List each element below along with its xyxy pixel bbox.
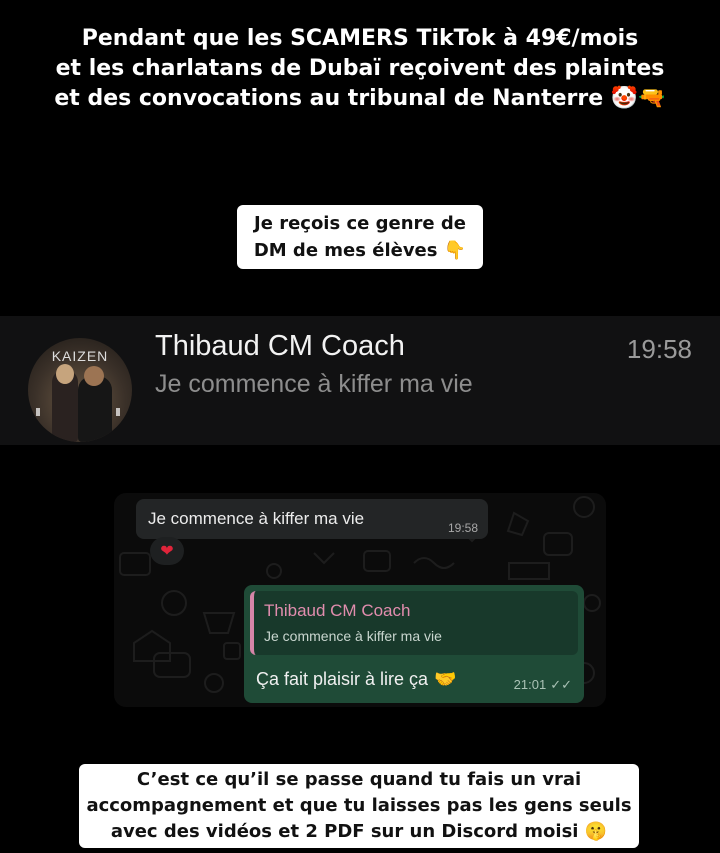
sticker-top-line-2-text: DM de mes élèves: [253, 240, 438, 261]
pointing-down-icon: 👇: [443, 240, 467, 261]
sticker-top: Je reçois ce genre de DM de mes élèves 👇: [237, 205, 483, 269]
incoming-message-text: Je commence à kiffer ma vie: [148, 509, 365, 528]
sticker-bottom-line-3: avec des vidéos et 2 PDF sur un Discord …: [79, 819, 639, 845]
outgoing-message-text: Ça fait plaisir à lire ça: [256, 669, 429, 689]
outgoing-message-meta: 21:01 ✓✓: [514, 677, 572, 693]
handshake-icon: 🤝: [434, 669, 457, 690]
avatar[interactable]: KAIZEN: [28, 338, 132, 442]
chat-time: 19:58: [626, 334, 692, 364]
incoming-message[interactable]: Je commence à kiffer ma vie 19:58: [136, 499, 488, 539]
conversation-screenshot: Je commence à kiffer ma vie 19:58 ❤ Thib…: [114, 493, 606, 707]
avatar-brand-text: KAIZEN: [51, 348, 109, 364]
quoted-reply[interactable]: Thibaud CM Coach Je commence à kiffer ma…: [250, 591, 578, 655]
headline-line-3-text: et des convocations au tribunal de Nante…: [54, 86, 604, 111]
headline-line-1: Pendant que les SCAMERS TikTok à 49€/moi…: [81, 26, 639, 51]
headline-line-2: et les charlatans de Dubaï reçoivent des…: [55, 56, 665, 81]
quoted-reply-author: Thibaud CM Coach: [264, 601, 411, 620]
chat-preview: Je commence à kiffer ma vie: [155, 370, 473, 398]
sticker-top-line-1: Je reçois ce genre de: [254, 213, 466, 234]
sticker-bottom-line-2: accompagnement et que tu laisses pas les…: [86, 795, 632, 816]
headline-caption: Pendant que les SCAMERS TikTok à 49€/moi…: [0, 24, 720, 114]
heart-reaction-icon[interactable]: ❤: [150, 537, 184, 565]
sticker-bottom: C’est ce qu’il se passe quand tu fais un…: [79, 764, 639, 848]
clown-gun-icon: 🤡🔫: [610, 86, 666, 111]
avatar-person-2-head: [84, 366, 104, 386]
incoming-message-time: 19:58: [447, 521, 478, 535]
read-receipt-icon: ✓✓: [550, 677, 572, 692]
chat-list-item[interactable]: KAIZEN Thibaud CM Coach Je commence à ki…: [0, 316, 720, 445]
shushing-face-icon: 🤫: [584, 821, 608, 842]
sticker-bottom-line-3-text: avec des vidéos et 2 PDF sur un Discord …: [110, 821, 579, 842]
headline-line-3: et des convocations au tribunal de Nante…: [0, 84, 720, 114]
avatar-person-1-head: [56, 364, 74, 384]
outgoing-message-time: 21:01: [513, 677, 547, 692]
chat-name: Thibaud CM Coach: [155, 330, 405, 362]
sticker-top-line-2: DM de mes élèves 👇: [237, 237, 483, 264]
quoted-reply-text: Je commence à kiffer ma vie: [264, 628, 442, 644]
outgoing-message-text-row: Ça fait plaisir à lire ça 🤝: [256, 669, 457, 690]
sticker-bottom-line-1: C’est ce qu’il se passe quand tu fais un…: [136, 769, 582, 790]
outgoing-message[interactable]: Thibaud CM Coach Je commence à kiffer ma…: [244, 585, 584, 703]
